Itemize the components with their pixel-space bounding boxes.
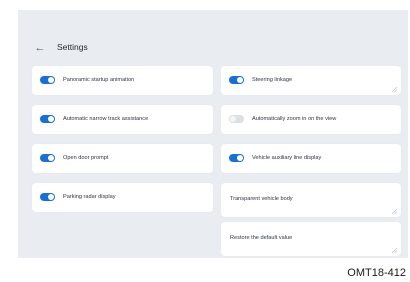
expand-corner-icon — [392, 248, 397, 253]
toggle-switch[interactable] — [40, 76, 55, 84]
header: ← Settings — [18, 40, 408, 56]
setting-automatic-narrow-track-assistance[interactable]: Automatic narrow track assistance — [32, 105, 213, 134]
setting-label: Steering linkage — [252, 77, 293, 83]
toggle-switch[interactable] — [40, 115, 55, 123]
page-title: Settings — [57, 42, 88, 52]
setting-label: Parking radar display — [63, 194, 116, 200]
toggle-switch[interactable] — [40, 193, 55, 201]
toggle-switch[interactable] — [229, 115, 244, 123]
toggle-switch[interactable] — [40, 154, 55, 162]
setting-label: Panoramic startup animation — [63, 77, 135, 83]
setting-label: Vehicle auxiliary line display — [252, 155, 322, 161]
setting-steering-linkage[interactable]: Steering linkage — [221, 66, 401, 95]
toggle-knob — [48, 194, 54, 200]
setting-transparent-vehicle-body[interactable]: Transparent vehicle body — [221, 183, 401, 217]
expand-corner-icon — [392, 87, 397, 92]
toggle-knob — [237, 155, 243, 161]
figure-code: OMT18-412 — [347, 267, 406, 279]
setting-automatically-zoom-in-on-the-view[interactable]: Automatically zoom in on the view — [221, 105, 401, 134]
setting-vehicle-auxiliary-line-display[interactable]: Vehicle auxiliary line display — [221, 144, 401, 173]
settings-screen: ← Settings Panoramic startup animation A… — [18, 10, 408, 258]
toggle-knob — [48, 116, 54, 122]
expand-corner-icon — [392, 209, 397, 214]
toggle-switch[interactable] — [229, 76, 244, 84]
setting-label: Open door prompt — [63, 155, 109, 161]
setting-open-door-prompt[interactable]: Open door prompt — [32, 144, 213, 173]
toggle-knob — [48, 155, 54, 161]
restore-default-button[interactable]: Restore the default value — [221, 222, 401, 256]
setting-label: Restore the default value — [230, 235, 293, 241]
setting-label: Transparent vehicle body — [230, 196, 293, 202]
toggle-knob — [237, 77, 243, 83]
arrow-left-icon: ← — [34, 42, 46, 54]
toggle-switch[interactable] — [229, 154, 244, 162]
back-button[interactable]: ← — [34, 40, 46, 56]
setting-label: Automatic narrow track assistance — [63, 116, 149, 122]
setting-panoramic-startup-animation[interactable]: Panoramic startup animation — [32, 66, 213, 95]
toggle-knob — [48, 77, 54, 83]
setting-label: Automatically zoom in on the view — [252, 116, 337, 122]
setting-parking-radar-display[interactable]: Parking radar display — [32, 183, 213, 212]
toggle-knob — [230, 116, 236, 122]
